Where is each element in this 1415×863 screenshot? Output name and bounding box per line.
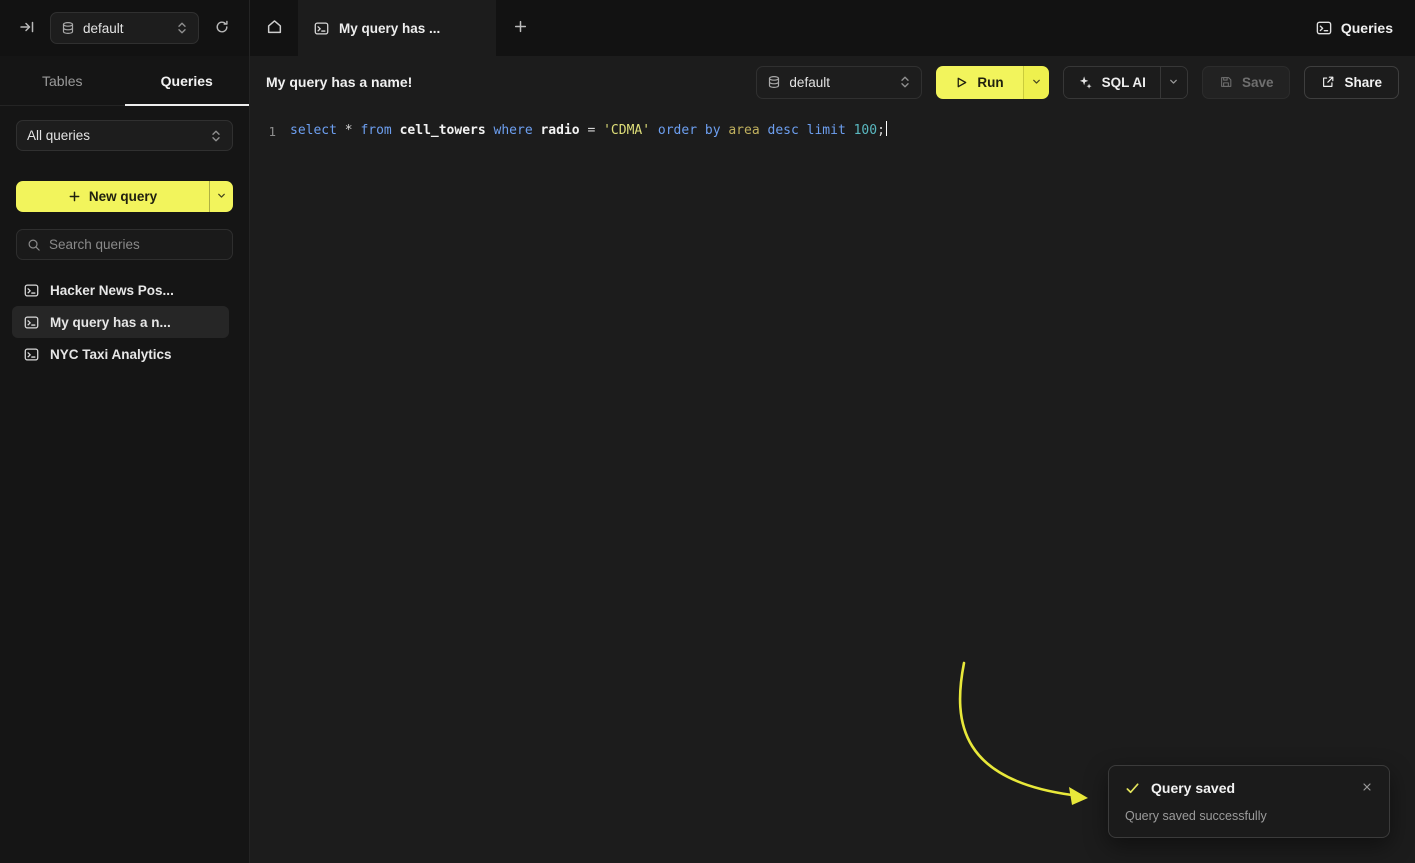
chevron-down-icon xyxy=(216,189,227,204)
query-icon xyxy=(314,21,329,36)
run-split-button: Run xyxy=(936,66,1048,99)
new-query-dropdown-button[interactable] xyxy=(209,181,233,212)
query-list-item[interactable]: Hacker News Pos... xyxy=(12,274,229,306)
sql-ai-button[interactable]: SQL AI xyxy=(1064,67,1160,98)
run-button[interactable]: Run xyxy=(936,66,1022,99)
check-icon xyxy=(1125,781,1140,796)
share-button[interactable]: Share xyxy=(1304,66,1399,99)
sql-ai-split-button: SQL AI xyxy=(1063,66,1188,99)
query-search-box xyxy=(16,229,233,260)
query-filter-value: All queries xyxy=(27,128,90,143)
queries-panel-label: Queries xyxy=(1341,20,1393,36)
save-label: Save xyxy=(1242,75,1274,90)
tab-my-query[interactable]: My query has ... xyxy=(298,0,496,56)
code-line: 1 select * from cell_towers where radio … xyxy=(250,121,1415,142)
search-icon xyxy=(27,238,41,252)
plus-icon xyxy=(513,19,528,37)
code-tokens: select * from cell_towers where radio = … xyxy=(276,121,887,142)
home-icon xyxy=(266,18,283,38)
play-icon xyxy=(955,76,968,89)
share-label: Share xyxy=(1344,75,1382,90)
query-icon xyxy=(24,315,39,330)
run-options-button[interactable] xyxy=(1023,66,1049,99)
sidebar-tab-queries[interactable]: Queries xyxy=(125,56,250,105)
sidebar-content: All queries New query xyxy=(0,106,249,370)
main-panel: My query has a name! default xyxy=(250,56,1415,863)
sparkles-icon xyxy=(1078,75,1093,90)
sidebar: Tables Queries All queries xyxy=(0,56,250,863)
query-list-item[interactable]: NYC Taxi Analytics xyxy=(12,338,229,370)
toast-close-button[interactable] xyxy=(1361,781,1373,796)
close-icon xyxy=(1361,781,1373,796)
sql-console-app: default xyxy=(0,0,1415,863)
sidebar-tab-tables[interactable]: Tables xyxy=(0,56,125,105)
sql-editor[interactable]: 1 select * from cell_towers where radio … xyxy=(250,108,1415,863)
chevron-updown-icon xyxy=(210,129,222,143)
editor-database-select[interactable]: default xyxy=(756,66,922,99)
run-label: Run xyxy=(977,75,1003,90)
app-body: Tables Queries All queries xyxy=(0,56,1415,863)
query-item-label: NYC Taxi Analytics xyxy=(50,347,172,362)
text-cursor xyxy=(886,121,888,136)
new-tab-button[interactable] xyxy=(496,0,544,56)
topbar-database-value: default xyxy=(83,21,124,36)
chevron-down-icon xyxy=(1031,75,1042,90)
query-list: Hacker News Pos... My query has a n... xyxy=(12,274,229,370)
sql-ai-label: SQL AI xyxy=(1102,75,1146,90)
query-icon xyxy=(24,283,39,298)
queries-icon xyxy=(1316,20,1332,36)
query-header: My query has a name! default xyxy=(250,56,1415,108)
collapse-sidebar-icon xyxy=(19,19,35,38)
query-list-item[interactable]: My query has a n... xyxy=(12,306,229,338)
database-icon xyxy=(767,75,781,89)
query-title: My query has a name! xyxy=(266,74,412,90)
plus-icon xyxy=(68,190,81,203)
query-item-label: Hacker News Pos... xyxy=(50,283,174,298)
query-icon xyxy=(24,347,39,362)
topbar: default xyxy=(0,0,1415,56)
chevron-updown-icon xyxy=(899,75,911,89)
topbar-left: default xyxy=(0,0,250,56)
toast-message: Query saved successfully xyxy=(1125,809,1373,823)
line-number: 1 xyxy=(250,121,276,142)
toast-header: Query saved xyxy=(1125,780,1373,796)
new-query-split-button: New query xyxy=(16,181,233,212)
editor-database-value: default xyxy=(789,75,830,90)
search-queries-input[interactable] xyxy=(49,237,222,252)
query-filter-select[interactable]: All queries xyxy=(16,120,233,151)
new-query-button[interactable]: New query xyxy=(16,181,209,212)
share-icon xyxy=(1321,75,1335,89)
topbar-database-select[interactable]: default xyxy=(50,12,199,44)
query-actions: default xyxy=(756,66,1399,99)
chevron-down-icon xyxy=(1168,75,1179,90)
sidebar-tabs: Tables Queries xyxy=(0,56,249,106)
save-button[interactable]: Save xyxy=(1202,66,1291,99)
chevron-updown-icon xyxy=(176,21,188,35)
toast-query-saved: Query saved Query saved successfully xyxy=(1108,765,1390,838)
queries-panel-toggle[interactable]: Queries xyxy=(1316,0,1415,56)
query-item-label: My query has a n... xyxy=(50,315,171,330)
toast-title: Query saved xyxy=(1151,780,1235,796)
new-query-label: New query xyxy=(89,189,157,204)
sidebar-collapse-button[interactable] xyxy=(12,13,42,43)
refresh-button[interactable] xyxy=(207,13,237,43)
save-icon xyxy=(1219,75,1233,89)
sql-ai-options-button[interactable] xyxy=(1160,67,1187,98)
tab-strip: My query has ... xyxy=(250,0,544,56)
tab-label: My query has ... xyxy=(339,21,440,36)
home-button[interactable] xyxy=(250,0,298,56)
database-icon xyxy=(61,21,75,35)
refresh-icon xyxy=(214,19,230,38)
